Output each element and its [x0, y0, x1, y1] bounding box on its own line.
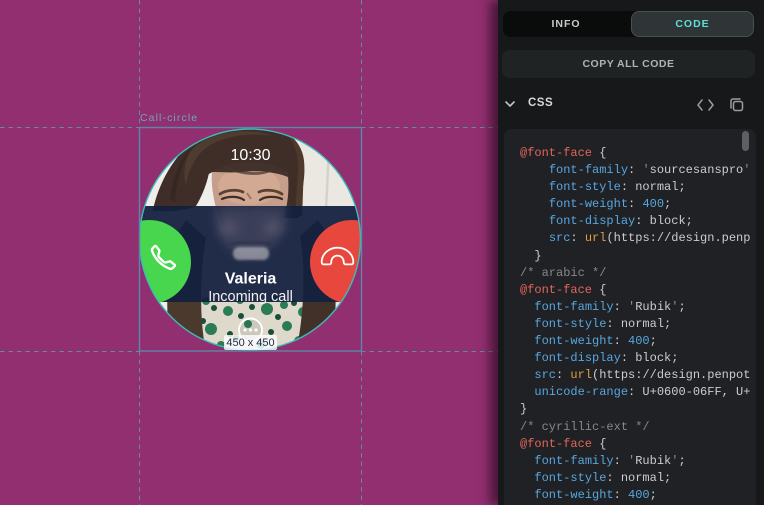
svg-text:Call-circle: Call-circle	[140, 112, 198, 124]
svg-text:Valeria: Valeria	[225, 271, 277, 288]
svg-text:450 x 450: 450 x 450	[226, 337, 274, 349]
svg-text:Incoming call: Incoming call	[208, 289, 293, 305]
svg-text:10:30: 10:30	[230, 147, 270, 164]
